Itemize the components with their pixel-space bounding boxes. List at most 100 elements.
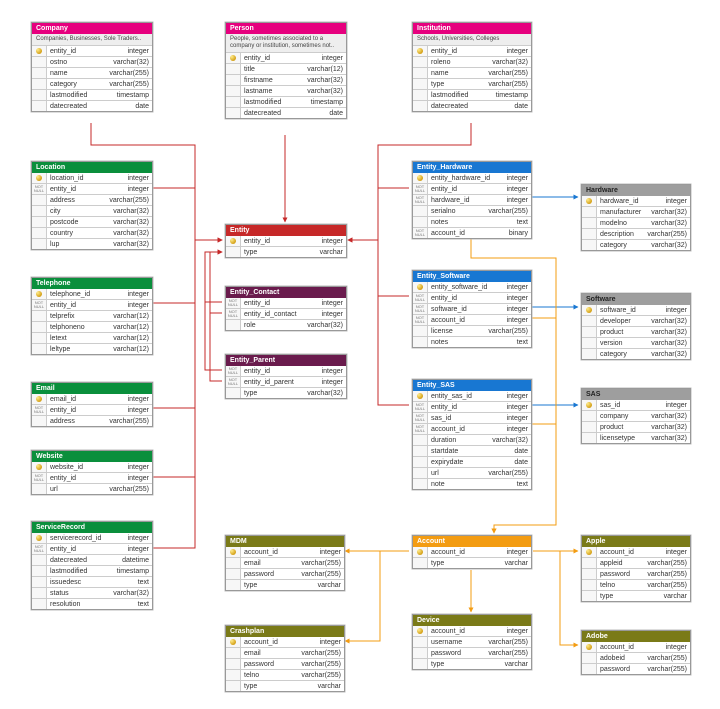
column-type: integer bbox=[504, 392, 531, 401]
column-name: lastmodified bbox=[241, 98, 308, 107]
column-type: datetime bbox=[119, 556, 152, 565]
column-type: integer bbox=[125, 301, 152, 310]
column-name: entity_id bbox=[428, 185, 504, 194]
primary-key-icon bbox=[32, 533, 47, 543]
column-icon bbox=[582, 653, 597, 663]
column-name: modelno bbox=[597, 219, 648, 228]
column-type: varchar(255) bbox=[106, 485, 152, 494]
column-icon bbox=[226, 108, 241, 118]
column-name: password bbox=[241, 570, 298, 579]
primary-key-icon bbox=[582, 547, 597, 557]
column-icon bbox=[413, 68, 428, 78]
column-type: varchar(32) bbox=[648, 434, 690, 443]
table-body: NOT NULLentity_idintegerNOT NULLentity_i… bbox=[226, 298, 346, 330]
column-name: postcode bbox=[47, 218, 110, 227]
table-title: Telephone bbox=[32, 278, 152, 289]
column-type: integer bbox=[125, 463, 152, 472]
table-row: postcodevarchar(32) bbox=[32, 216, 152, 227]
column-name: ostno bbox=[47, 58, 110, 67]
connector-line bbox=[153, 188, 222, 240]
column-name: url bbox=[428, 469, 485, 478]
column-type: timestamp bbox=[114, 567, 152, 576]
column-type: text bbox=[514, 480, 531, 489]
column-name: category bbox=[597, 350, 648, 359]
column-icon bbox=[413, 217, 428, 227]
connector-line bbox=[348, 188, 409, 240]
column-name: telphoneno bbox=[47, 323, 110, 332]
column-icon bbox=[413, 326, 428, 336]
column-type: varchar(255) bbox=[106, 80, 152, 89]
table-row: categoryvarchar(255) bbox=[32, 78, 152, 89]
table-row: software_idinteger bbox=[582, 305, 690, 315]
column-icon bbox=[413, 79, 428, 89]
column-icon bbox=[32, 228, 47, 238]
table-row: NOT NULLentity_idinteger bbox=[32, 543, 152, 554]
column-type: varchar bbox=[502, 660, 531, 669]
column-icon bbox=[413, 90, 428, 100]
column-name: lastmodified bbox=[428, 91, 493, 100]
erd-table-software: Softwaresoftware_idintegerdevelopervarch… bbox=[581, 293, 691, 360]
column-type: varchar(32) bbox=[648, 423, 690, 432]
column-name: type bbox=[241, 248, 317, 257]
column-name: lastmodified bbox=[47, 91, 114, 100]
column-name: address bbox=[47, 417, 106, 426]
column-type: varchar(255) bbox=[644, 665, 690, 674]
column-icon bbox=[32, 195, 47, 205]
column-icon bbox=[413, 468, 428, 478]
column-name: password bbox=[597, 570, 644, 579]
column-icon bbox=[413, 648, 428, 658]
column-type: varchar(255) bbox=[644, 559, 690, 568]
table-description: Schools, Universities, Colleges bbox=[413, 34, 531, 46]
column-name: entity_id bbox=[241, 237, 319, 246]
column-type: integer bbox=[504, 414, 531, 423]
column-name: serialno bbox=[428, 207, 485, 216]
column-name: password bbox=[597, 665, 644, 674]
column-type: varchar(12) bbox=[110, 312, 152, 321]
column-name: license bbox=[428, 327, 485, 336]
column-icon bbox=[582, 316, 597, 326]
column-icon bbox=[32, 566, 47, 576]
column-name: type bbox=[428, 559, 502, 568]
column-type: varchar(255) bbox=[644, 230, 690, 239]
column-type: varchar(32) bbox=[648, 328, 690, 337]
column-name: type bbox=[241, 581, 315, 590]
column-type: varchar(32) bbox=[110, 218, 152, 227]
column-name: account_id bbox=[241, 638, 317, 647]
primary-key-icon bbox=[413, 547, 428, 557]
column-name: type bbox=[241, 389, 304, 398]
table-row: lastmodifiedtimestamp bbox=[32, 89, 152, 100]
column-name: password bbox=[241, 660, 298, 669]
column-type: timestamp bbox=[493, 91, 531, 100]
column-icon bbox=[32, 101, 47, 111]
column-name: title bbox=[241, 65, 304, 74]
column-name: resolution bbox=[47, 600, 135, 609]
table-row: notestext bbox=[413, 216, 531, 227]
column-icon bbox=[32, 68, 47, 78]
table-row: durationvarchar(32) bbox=[413, 434, 531, 445]
column-name: entity_hardware_id bbox=[428, 174, 504, 183]
table-row: emailvarchar(255) bbox=[226, 557, 344, 568]
column-type: integer bbox=[504, 305, 531, 314]
table-row: lastmodifiedtimestamp bbox=[32, 565, 152, 576]
column-type: text bbox=[514, 218, 531, 227]
column-type: varchar(32) bbox=[304, 389, 346, 398]
table-row: typevarchar bbox=[226, 579, 344, 590]
column-type: varchar(32) bbox=[110, 58, 152, 67]
column-name: account_id bbox=[597, 548, 663, 557]
connector-line bbox=[345, 551, 409, 641]
erd-table-sas: SASsas_idintegercompanyvarchar(32)produc… bbox=[581, 388, 691, 444]
column-type: varchar(255) bbox=[485, 80, 531, 89]
table-row: addressvarchar(255) bbox=[32, 194, 152, 205]
column-name: telno bbox=[597, 581, 644, 590]
table-row: datecreateddate bbox=[413, 100, 531, 111]
table-body: hardware_idintegermanufacturervarchar(32… bbox=[582, 196, 690, 250]
column-icon bbox=[226, 86, 241, 96]
erd-table-location: Locationlocation_idintegerNOT NULLentity… bbox=[31, 161, 153, 250]
table-title: Adobe bbox=[582, 631, 690, 642]
table-row: NOT NULLentity_id_contactinteger bbox=[226, 308, 346, 319]
column-name: email bbox=[241, 559, 298, 568]
column-type: integer bbox=[663, 548, 690, 557]
table-body: entity_idintegerrolenovarchar(32)namevar… bbox=[413, 46, 531, 111]
column-type: varchar(12) bbox=[110, 345, 152, 354]
table-row: productvarchar(32) bbox=[582, 326, 690, 337]
